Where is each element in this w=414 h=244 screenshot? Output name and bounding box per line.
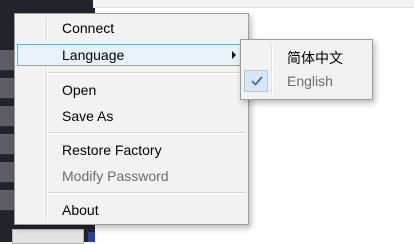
background-panel-row — [0, 50, 14, 71]
language-submenu: 简体中文 English — [240, 39, 373, 100]
menu-separator — [48, 72, 245, 74]
check-icon — [251, 76, 263, 86]
background-title-strip — [93, 0, 414, 8]
submenu-item-english: English — [243, 70, 370, 92]
background-accent — [88, 232, 95, 242]
menu-item-modify-password: Modify Password — [17, 165, 246, 187]
menu-item-connect[interactable]: Connect — [17, 17, 246, 39]
submenu-item-simplified-chinese[interactable]: 简体中文 — [243, 47, 370, 69]
menu-item-label: About — [62, 202, 99, 218]
background-panel-row — [0, 190, 14, 211]
menu-item-label: Restore Factory — [62, 142, 162, 158]
menu-item-label: Connect — [62, 20, 115, 36]
background-panel-row — [0, 106, 14, 127]
background-panel-row — [0, 134, 14, 155]
menu-item-about[interactable]: About — [17, 199, 246, 221]
menu-item-open[interactable]: Open — [17, 79, 246, 101]
chevron-right-icon — [232, 51, 236, 59]
menu-item-language[interactable]: Language — [17, 44, 246, 66]
context-menu: Connect Language Open Save As Restore Fa… — [14, 13, 249, 225]
menu-item-restore-factory[interactable]: Restore Factory — [17, 139, 246, 161]
background-panel-row — [0, 162, 14, 183]
menu-item-label: English — [287, 73, 333, 89]
menu-separator — [48, 132, 245, 134]
menu-item-label: Modify Password — [62, 168, 169, 184]
background-panel-row — [0, 78, 14, 99]
menu-item-label: 简体中文 — [287, 50, 343, 66]
menu-item-label: Language — [62, 47, 125, 63]
menu-separator — [48, 192, 245, 194]
menu-item-label: Save As — [62, 108, 114, 124]
menu-item-label: Open — [62, 82, 97, 98]
check-indicator — [244, 70, 268, 92]
menu-item-save-as[interactable]: Save As — [17, 105, 246, 127]
